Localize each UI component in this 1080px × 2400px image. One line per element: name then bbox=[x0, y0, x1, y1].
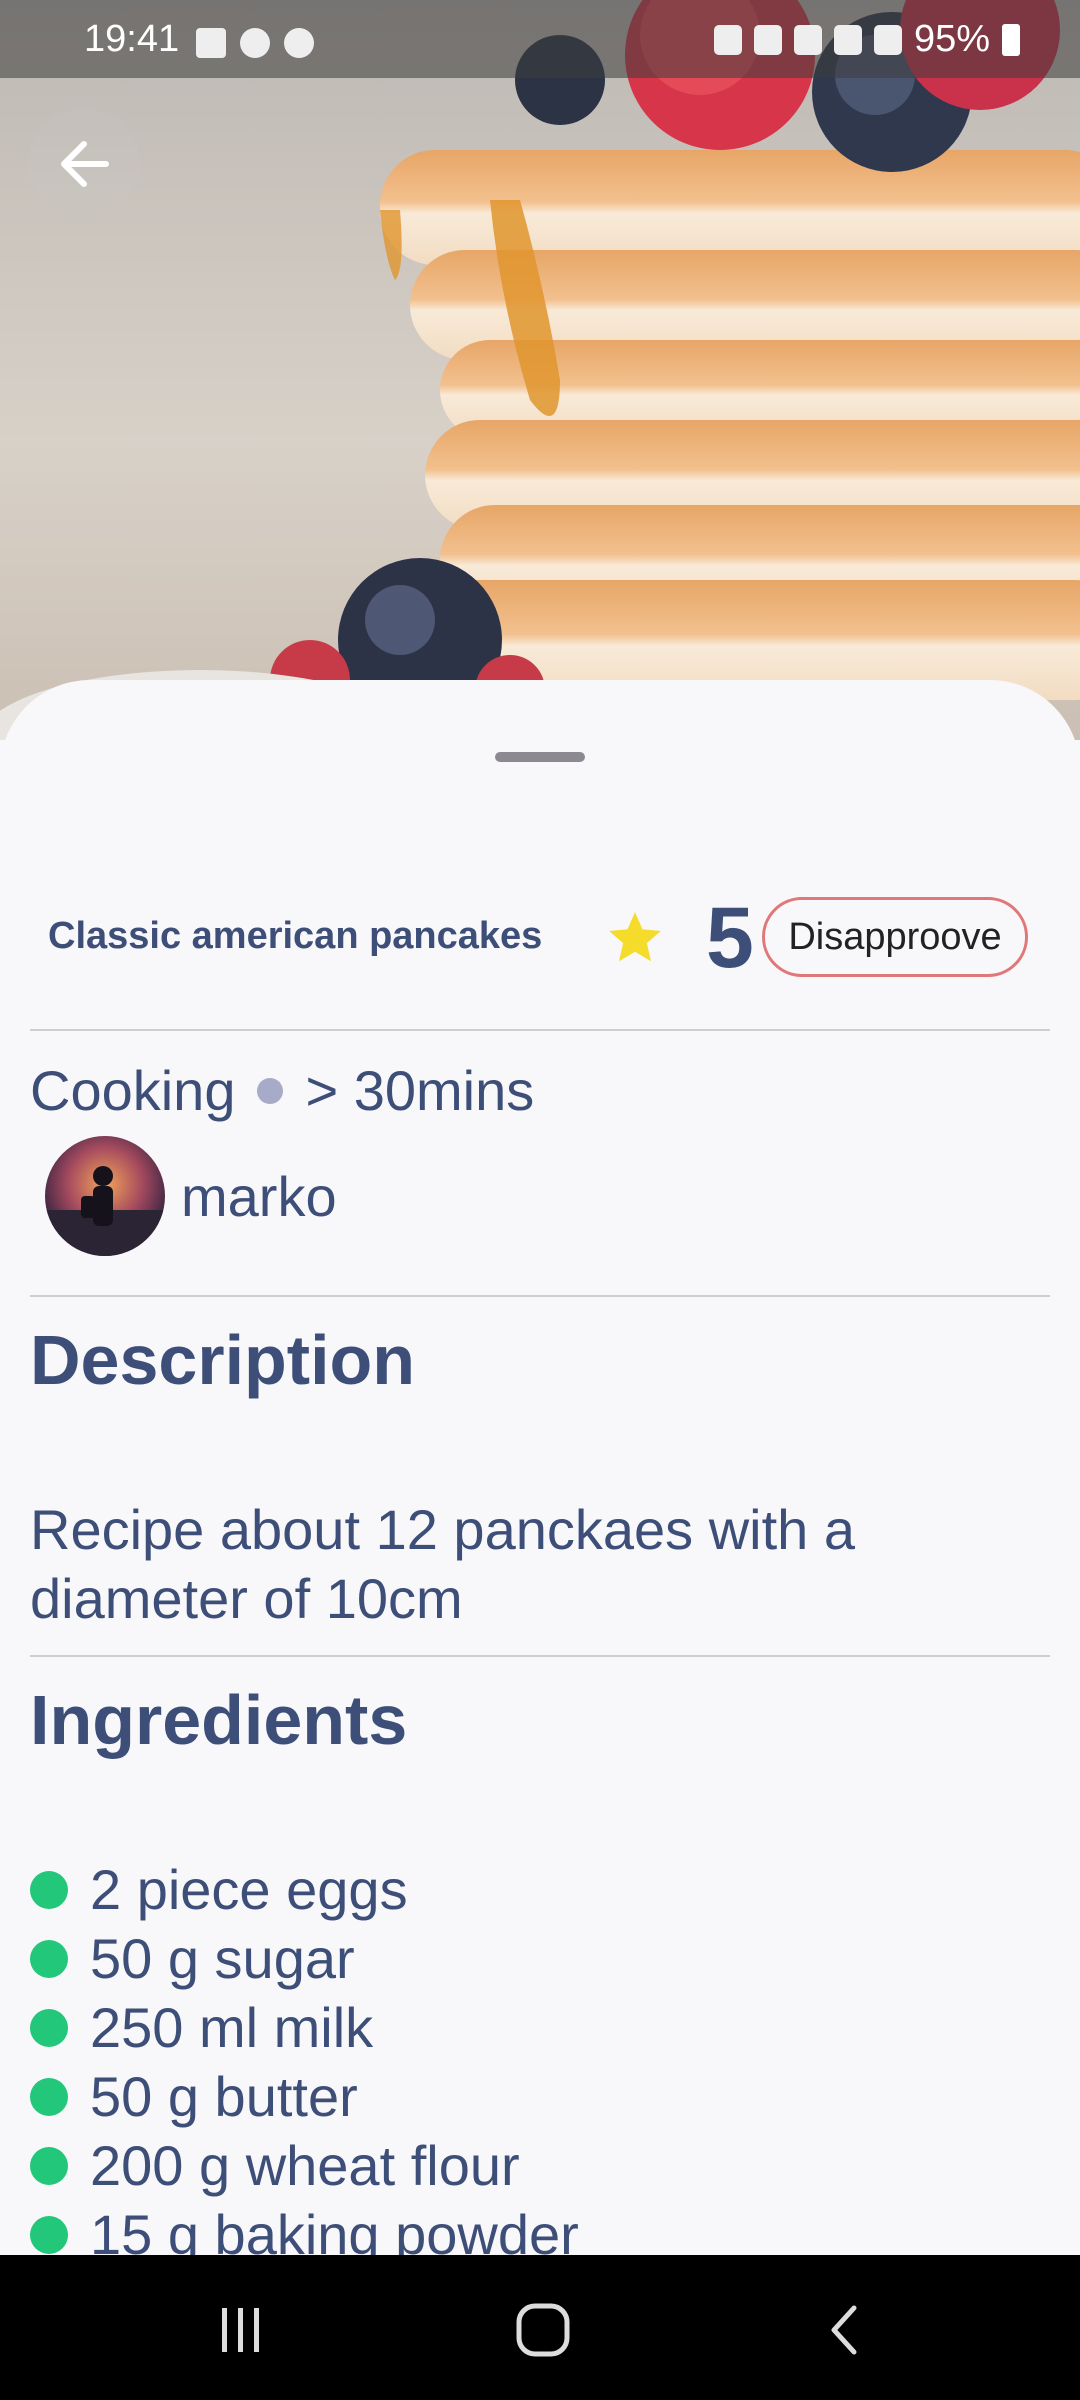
notification-icons bbox=[196, 28, 314, 58]
messenger-icon bbox=[240, 28, 270, 58]
star-icon bbox=[609, 912, 661, 962]
mute-icon bbox=[753, 24, 782, 55]
bullet-icon bbox=[30, 2215, 68, 2254]
signal-icon bbox=[873, 24, 902, 55]
recipe-hero-image bbox=[0, 0, 1080, 740]
bullet-icon bbox=[30, 2008, 68, 2047]
list-item: 15 g baking powder bbox=[30, 2200, 579, 2255]
description-heading: Description bbox=[30, 1321, 416, 1399]
bullet-icon bbox=[30, 2146, 68, 2185]
hotspot-icon bbox=[833, 24, 862, 55]
list-item: 2 piece eggs bbox=[30, 1855, 579, 1924]
author-row[interactable]: marko bbox=[45, 1136, 337, 1256]
author-name: marko bbox=[181, 1164, 337, 1228]
avatar[interactable] bbox=[45, 1136, 165, 1256]
ingredients-list: 2 piece eggs 50 g sugar 250 ml milk 50 g… bbox=[30, 1855, 579, 2255]
pancake-photo bbox=[0, 0, 1080, 740]
recipe-detail-sheet[interactable]: Classic american pancakes 5 Disapproove … bbox=[0, 680, 1080, 2255]
list-item: 250 ml milk bbox=[30, 1993, 579, 2062]
list-item: 50 g sugar bbox=[30, 1924, 579, 1993]
back-nav-button[interactable] bbox=[806, 2290, 886, 2370]
description-text: Recipe about 12 panckaes with a diameter… bbox=[30, 1498, 855, 1630]
alarm-icon bbox=[713, 24, 742, 55]
avatar-silhouette bbox=[45, 1166, 165, 1256]
recipe-duration: > 30mins bbox=[305, 1059, 535, 1122]
bullet-icon bbox=[30, 1939, 68, 1978]
recipe-title: Classic american pancakes bbox=[48, 915, 543, 957]
ingredient-text: 15 g baking powder bbox=[90, 2203, 579, 2255]
rating-value: 5 bbox=[706, 890, 754, 986]
recipe-meta: Cooking > 30mins bbox=[30, 1058, 534, 1123]
recipe-category: Cooking bbox=[30, 1059, 236, 1122]
arrow-left-icon bbox=[61, 141, 109, 187]
drag-handle[interactable] bbox=[495, 752, 585, 762]
home-button[interactable] bbox=[503, 2290, 583, 2370]
battery-icon bbox=[1002, 23, 1020, 56]
system-nav-bar bbox=[0, 2255, 1080, 2400]
ingredients-heading: Ingredients bbox=[30, 1681, 408, 1759]
title-row: Classic american pancakes 5 Disapproove bbox=[0, 885, 1080, 995]
ingredient-text: 250 ml milk bbox=[90, 1996, 374, 2059]
chevron-left-icon bbox=[831, 2305, 857, 2355]
ingredient-text: 2 piece eggs bbox=[90, 1858, 408, 1921]
screen: 19:41 95% Classic american pancakes 5 Di… bbox=[0, 0, 1080, 2400]
ingredient-text: 200 g wheat flour bbox=[90, 2134, 520, 2197]
disapprove-button[interactable]: Disapproove bbox=[762, 897, 1028, 977]
list-item: 50 g butter bbox=[30, 2062, 579, 2131]
divider bbox=[30, 1295, 1050, 1297]
recent-apps-icon bbox=[222, 2308, 259, 2352]
separator-dot bbox=[257, 1077, 284, 1104]
divider bbox=[30, 1029, 1050, 1031]
back-button[interactable] bbox=[28, 108, 140, 220]
status-time: 19:41 bbox=[84, 18, 180, 60]
gallery-icon bbox=[196, 28, 226, 58]
ingredient-text: 50 g butter bbox=[90, 2065, 358, 2128]
bullet-icon bbox=[30, 1870, 68, 1909]
status-right-icons: 95% bbox=[713, 18, 1020, 61]
divider bbox=[30, 1655, 1050, 1657]
home-icon bbox=[516, 2303, 570, 2357]
location-icon bbox=[793, 24, 822, 55]
list-item: 200 g wheat flour bbox=[30, 2131, 579, 2200]
status-bar: 19:41 95% bbox=[0, 0, 1080, 78]
recent-apps-button[interactable] bbox=[200, 2290, 280, 2370]
battery-percent: 95% bbox=[913, 18, 990, 60]
bullet-icon bbox=[30, 2077, 68, 2116]
ingredient-text: 50 g sugar bbox=[90, 1927, 355, 1990]
messenger-icon bbox=[284, 28, 314, 58]
